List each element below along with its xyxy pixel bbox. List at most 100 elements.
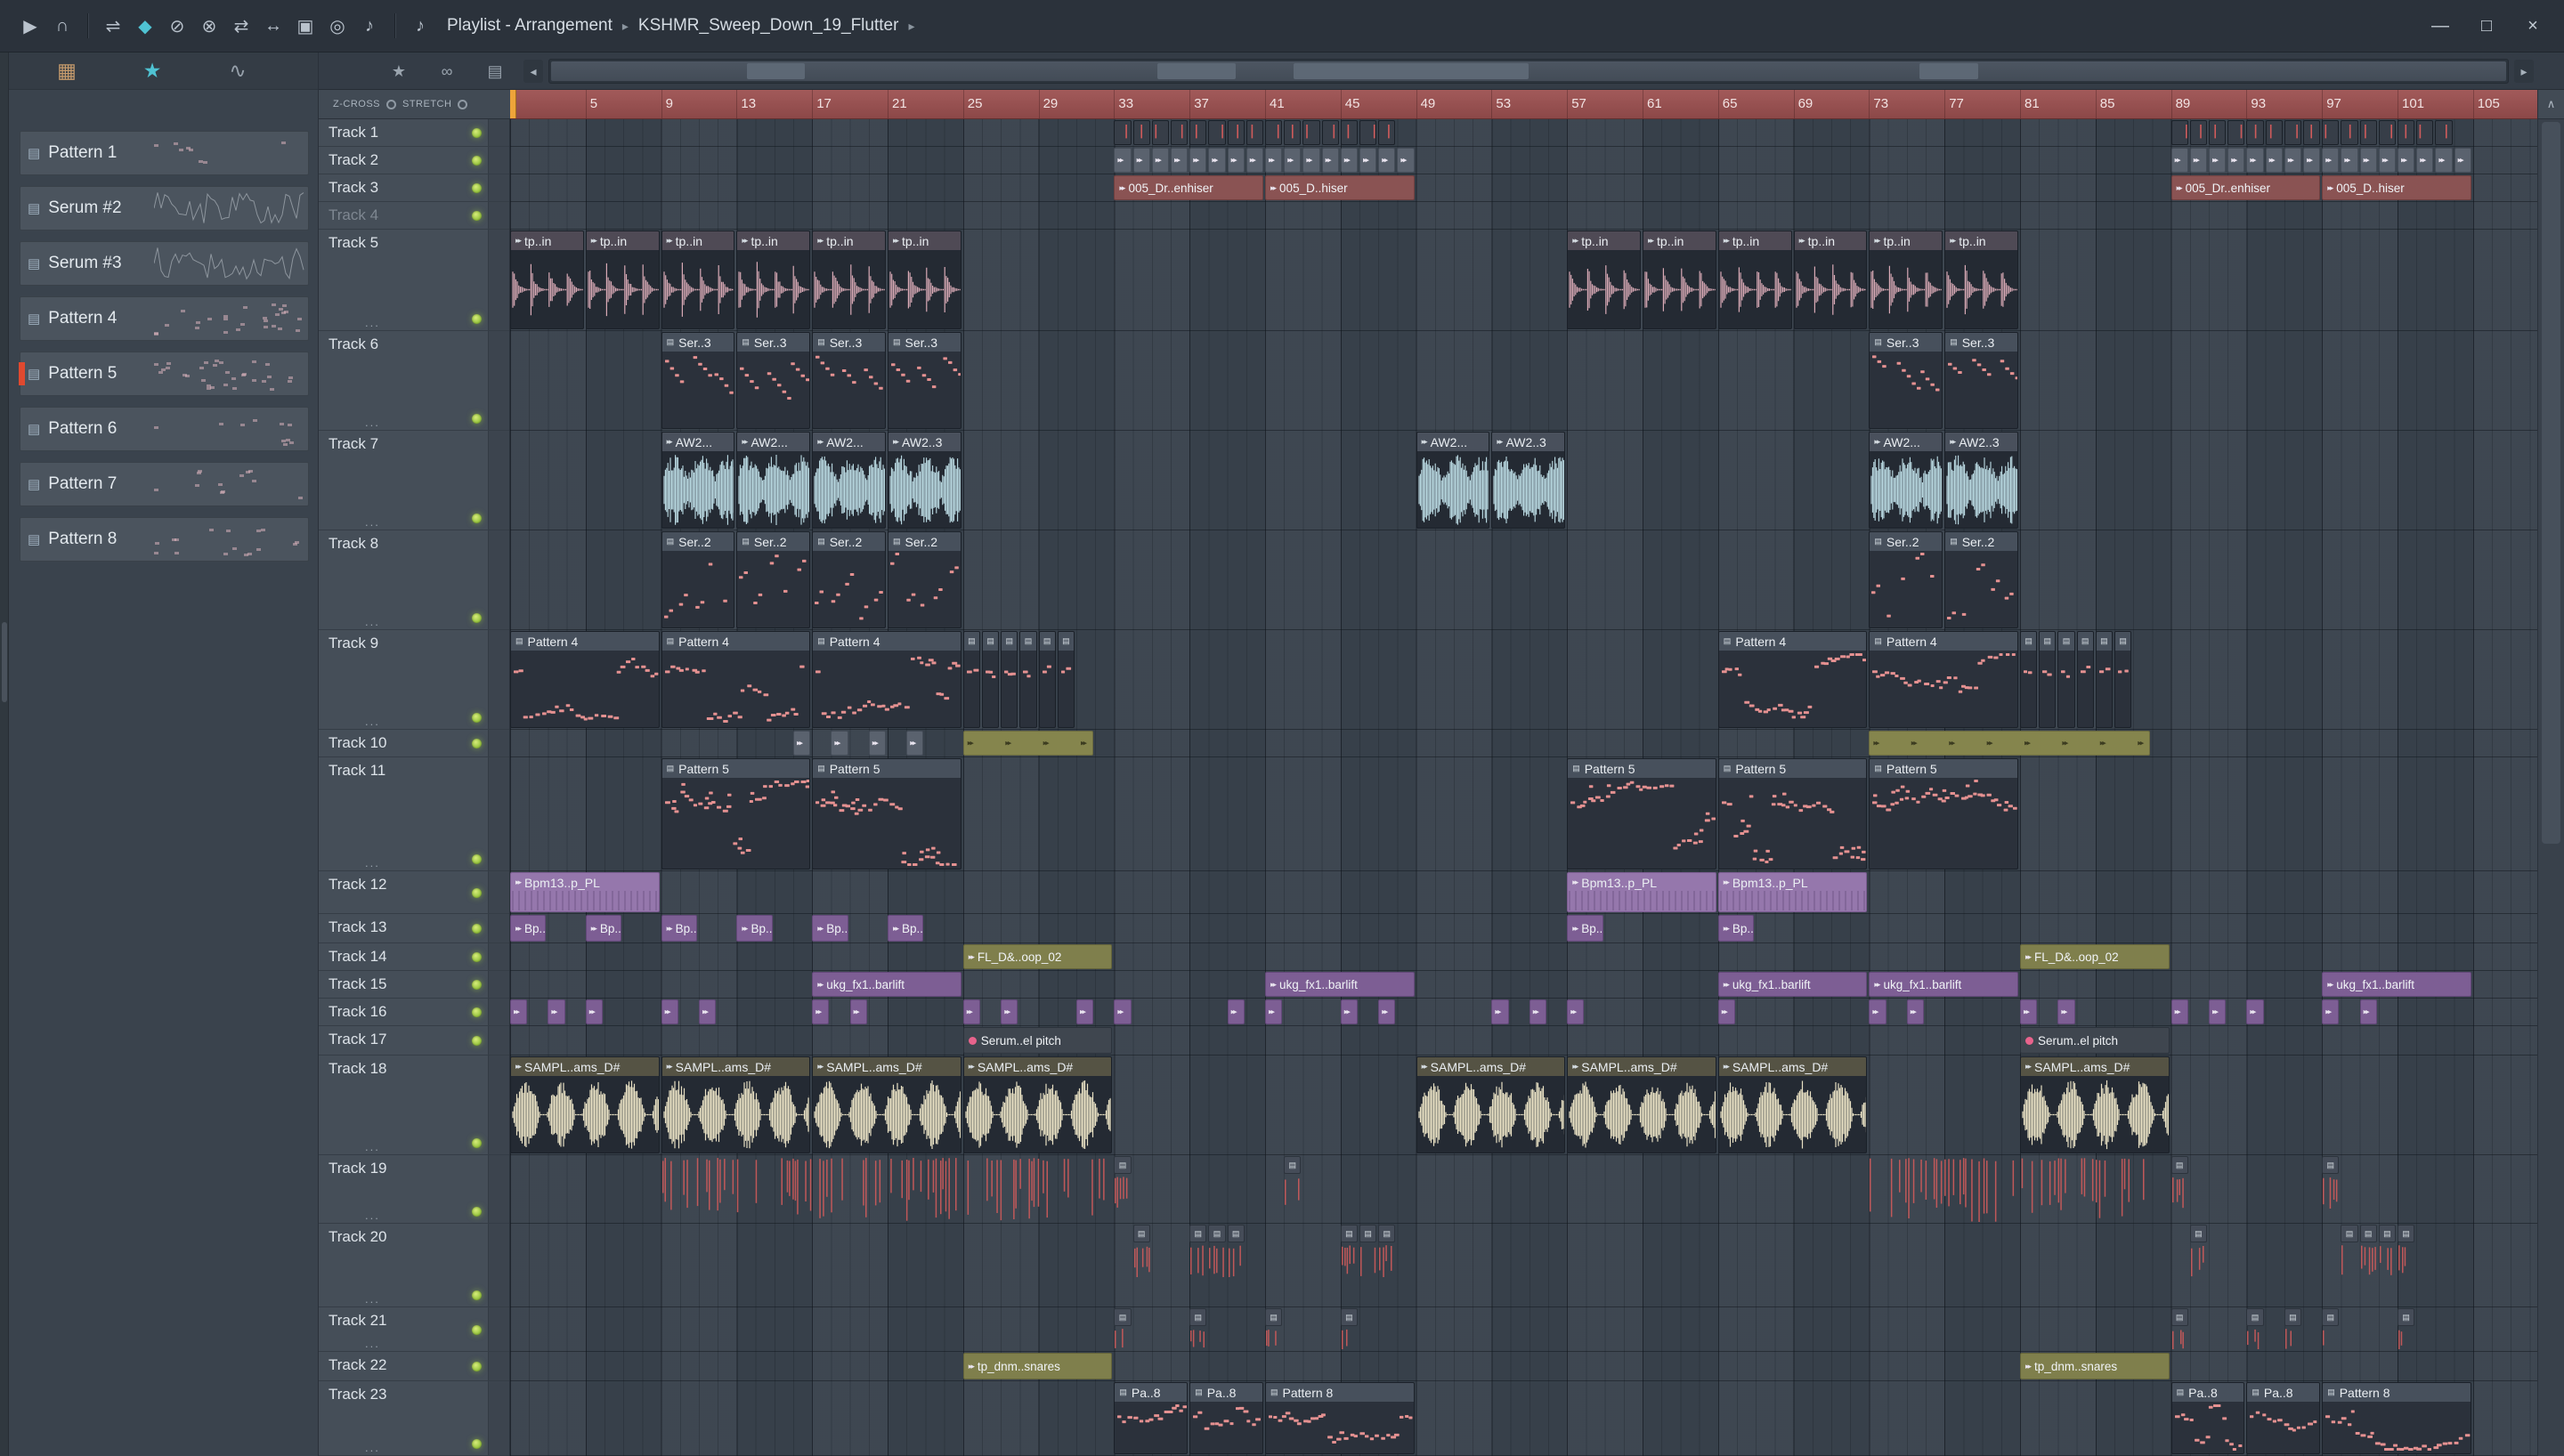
clip-bp-x[interactable]: ▸▸Bp..X — [1717, 915, 1755, 942]
clip-mini-notes[interactable] — [2170, 120, 2188, 145]
clip-mini-arrow[interactable]: ▸▸ — [1284, 148, 1302, 173]
clip-mini-arrow[interactable]: ▸▸ — [1717, 999, 1735, 1024]
track-header-track-7[interactable]: Track 7... — [319, 431, 509, 530]
mute-tool-icon[interactable]: ⊗ — [193, 9, 225, 43]
track-enable-led[interactable] — [472, 314, 482, 324]
clip-strip-arrows[interactable]: ▸▸ ▸▸ ▸▸ ▸▸ — [962, 731, 1094, 756]
clip-ser-3[interactable]: ▤ Ser..3 — [661, 332, 735, 429]
clip-pa-8[interactable]: ▤ Pa..8 — [2170, 1382, 2245, 1454]
link-icon[interactable]: ∞ — [438, 62, 456, 81]
clip-mini-notes[interactable] — [1265, 120, 1283, 145]
clip-bpm13-p-pl[interactable]: ▸▸ Bpm13..p_PL — [1717, 872, 1868, 912]
clip-bp-x[interactable]: ▸▸Bp..X — [736, 915, 773, 942]
pattern-item-pattern-1[interactable]: ▤ Pattern 1 — [20, 131, 309, 175]
horizontal-scrollbar[interactable] — [548, 59, 2509, 84]
track-header-track-16[interactable]: Track 16 — [319, 999, 509, 1026]
clip-mini-notes[interactable] — [1171, 120, 1189, 145]
clip-mini-arrow[interactable]: ▸▸ — [1529, 999, 1546, 1024]
track-enable-led[interactable] — [472, 128, 482, 138]
clip-mini-midi[interactable]: ▤ — [962, 631, 980, 728]
track-header-track-3[interactable]: Track 3 — [319, 174, 509, 202]
subtracks-ellipsis[interactable]: ... — [365, 316, 380, 329]
subtracks-ellipsis[interactable]: ... — [365, 515, 380, 529]
clip-mini-midi[interactable]: ▤ — [2341, 1225, 2358, 1306]
track-header-track-12[interactable]: Track 12 — [319, 871, 509, 914]
clip-ukg-fx1-barlift[interactable]: ▸▸ ukg_fx1..barlift — [2322, 972, 2471, 997]
clip-mini-midi[interactable]: ▤ — [2057, 631, 2075, 728]
clip-bp-x[interactable]: ▸▸Bp..X — [661, 915, 697, 942]
maximize-button[interactable]: □ — [2468, 9, 2505, 43]
playlist-grid[interactable]: ▸▸ ▸▸ ▸▸ ▸▸ ▸▸ ▸▸ ▸▸ ▸▸ ▸▸ ▸▸ ▸▸ ▸▸ ▸▸ ▸▸ ▸▸ ▸▸ ▸▸ ▸▸ ▸▸ ▸▸… — [510, 119, 2537, 1456]
track-header-track-6[interactable]: Track 6... — [319, 331, 509, 431]
track-enable-led[interactable] — [472, 713, 482, 723]
clip-mini-midi[interactable]: ▤ — [1265, 1308, 1283, 1350]
clip-mini-midi[interactable]: ▤ — [2170, 1156, 2188, 1222]
clip-pattern-4[interactable]: ▤ Pattern 4 — [1869, 631, 2018, 728]
clip-mini-midi[interactable]: ▤ — [2020, 631, 2038, 728]
clip-aw2[interactable]: ▸▸ AW2... — [1869, 432, 1943, 529]
delete-tool-icon[interactable]: ⊘ — [161, 9, 193, 43]
clip-mini-notes[interactable] — [1245, 120, 1263, 145]
clip-ticks[interactable] — [1869, 1156, 2150, 1222]
clip-pattern-5[interactable]: ▤ Pattern 5 — [812, 758, 961, 870]
clip-mini-notes[interactable] — [2416, 120, 2434, 145]
clip-mini-notes[interactable] — [2227, 120, 2245, 145]
headphones-icon[interactable]: ∩ — [46, 9, 78, 43]
track-header-track-1[interactable]: Track 1 — [319, 119, 509, 147]
clip-mini-arrow[interactable]: ▸▸ — [2303, 148, 2321, 173]
clip-pattern-8[interactable]: ▤ Pattern 8 — [2322, 1382, 2471, 1454]
clip-sampl-ams-d[interactable]: ▸▸ SAMPL..ams_D# — [510, 1056, 660, 1153]
clip-aw2[interactable]: ▸▸ AW2... — [736, 432, 811, 529]
clip-mini-notes[interactable] — [2378, 120, 2396, 145]
clip-mini-notes[interactable] — [2303, 120, 2321, 145]
clip-mini-notes[interactable] — [1208, 120, 1226, 145]
clip-ser-2[interactable]: ▤ Ser..2 — [888, 531, 961, 628]
clip-mini-notes[interactable] — [1132, 120, 1150, 145]
track-enable-led[interactable] — [472, 1138, 482, 1148]
scroll-left-button[interactable]: ◂ — [523, 60, 543, 83]
subtracks-ellipsis[interactable]: ... — [365, 615, 380, 628]
clip-tp-in[interactable]: ▸▸ tp..in — [1944, 231, 2018, 329]
clip-mini-arrow[interactable]: ▸▸ — [2020, 999, 2038, 1024]
clip-ser-3[interactable]: ▤ Ser..3 — [888, 332, 961, 429]
clip-bp-fx[interactable]: ▸▸Bp..FX — [585, 915, 622, 942]
clip-mini-arrow[interactable]: ▸▸ — [1869, 999, 1886, 1024]
preview-tool-icon[interactable]: ♪ — [353, 9, 385, 43]
clip-mini-notes[interactable] — [1227, 120, 1245, 145]
clip-mini-arrow[interactable]: ▸▸ — [1265, 999, 1283, 1024]
clip-aw2-3[interactable]: ▸▸ AW2..3 — [1944, 432, 2018, 529]
track-enable-led[interactable] — [472, 414, 482, 424]
clip-mini-midi[interactable]: ▤ — [2170, 1308, 2188, 1350]
track-enable-led[interactable] — [472, 1036, 482, 1046]
clip-mini-notes[interactable] — [2398, 120, 2415, 145]
clip-ser-3[interactable]: ▤ Ser..3 — [736, 332, 811, 429]
clip-mini-arrow[interactable]: ▸▸ — [2209, 148, 2227, 173]
pattern-item-pattern-7[interactable]: ▤ Pattern 7 — [20, 462, 309, 506]
clip-mini-midi[interactable]: ▤ — [2189, 1225, 2207, 1306]
clip-fl-d-oop-02[interactable]: ▸▸ FL_D&..oop_02 — [2020, 944, 2170, 969]
playback-tool-icon[interactable]: ⇄ — [225, 9, 257, 43]
clip-sampl-ams-d[interactable]: ▸▸ SAMPL..ams_D# — [1416, 1056, 1566, 1153]
clip-tp-in[interactable]: ▸▸ tp..in — [812, 231, 886, 329]
clip-mini-notes[interactable] — [2265, 120, 2283, 145]
pattern-item-pattern-4[interactable]: ▤ Pattern 4 — [20, 296, 309, 341]
zcross-knob[interactable] — [386, 99, 396, 109]
track-header-track-10[interactable]: Track 10 — [319, 730, 509, 757]
track-enable-led[interactable] — [472, 156, 482, 166]
clip-ukg-fx1-barlift[interactable]: ▸▸ ukg_fx1..barlift — [1265, 972, 1415, 997]
clip-mini-midi[interactable]: ▤ — [1057, 631, 1075, 728]
clip-bp-fx[interactable]: ▸▸Bp..FX — [1567, 915, 1603, 942]
track-lane-track-10[interactable] — [510, 730, 2537, 757]
clip-mini-arrow[interactable]: ▸▸ — [906, 731, 924, 756]
play-icon[interactable]: ▶ — [14, 9, 46, 43]
clip-mini-midi[interactable]: ▤ — [2322, 1308, 2340, 1350]
clip-mini-arrow[interactable]: ▸▸ — [2170, 148, 2188, 173]
clip-mini-midi[interactable]: ▤ — [2398, 1308, 2415, 1350]
subtracks-ellipsis[interactable]: ... — [365, 1337, 380, 1350]
clip-sampl-ams-d[interactable]: ▸▸ SAMPL..ams_D# — [1567, 1056, 1716, 1153]
track-lane-track-14[interactable] — [510, 943, 2537, 971]
clip-pa-8[interactable]: ▤ Pa..8 — [1189, 1382, 1263, 1454]
clip-ser-3[interactable]: ▤ Ser..3 — [812, 332, 886, 429]
track-header-track-23[interactable]: Track 23... — [319, 1381, 509, 1456]
clip-ser-2[interactable]: ▤ Ser..2 — [812, 531, 886, 628]
